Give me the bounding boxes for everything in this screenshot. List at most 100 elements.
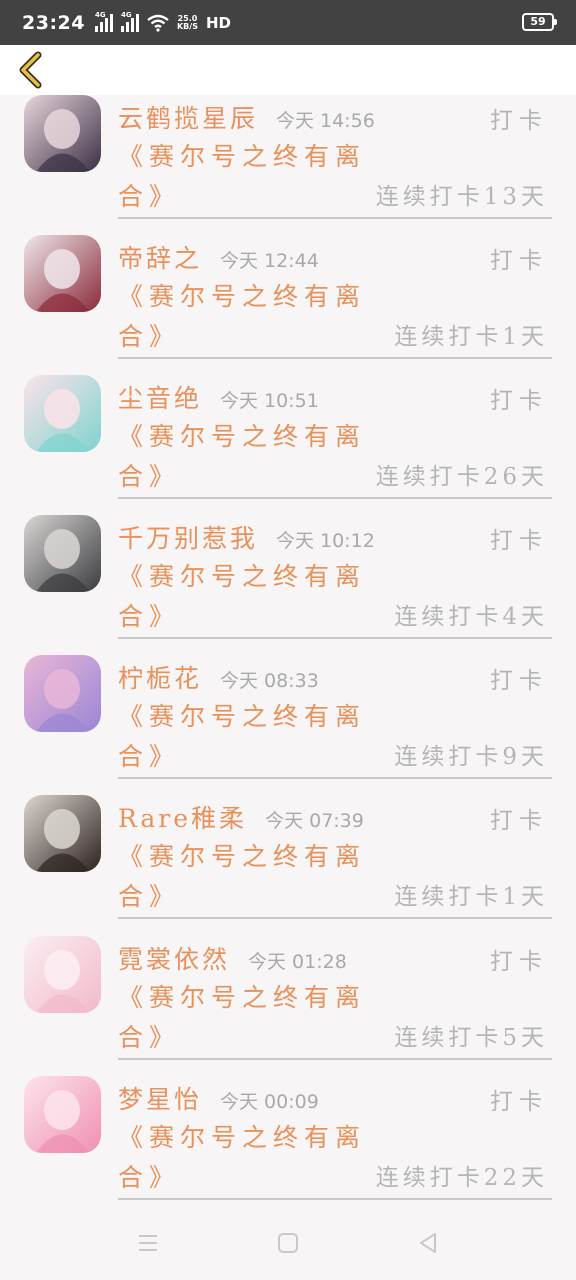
book-title-line2[interactable]: 合》 <box>118 457 180 493</box>
user-name-text: 尘音绝 <box>118 384 203 413</box>
divider <box>118 497 552 499</box>
user-name[interactable]: 霓裳依然 今天 01:28 <box>118 940 347 976</box>
user-name[interactable]: Rare稚柔 今天 07:39 <box>118 799 364 835</box>
avatar-image <box>24 375 101 452</box>
divider <box>118 357 552 359</box>
divider <box>118 917 552 919</box>
status-icons: 4G 4G 25.0 KB/S HD <box>94 10 231 32</box>
divider <box>118 217 552 219</box>
list-item[interactable]: 帝辞之 今天 12:44 打卡 《赛尔号之终有离 合》 连续打卡1天 <box>0 235 576 375</box>
user-name[interactable]: 柠栀花 今天 08:33 <box>118 659 319 695</box>
avatar[interactable] <box>24 655 101 732</box>
checkin-label: 打卡 <box>490 668 548 694</box>
divider <box>118 1198 552 1200</box>
streak-text: 连续打卡1天 <box>394 884 548 910</box>
book-title-line1[interactable]: 《赛尔号之终有离 <box>118 557 366 593</box>
divider <box>118 1058 552 1060</box>
user-name[interactable]: 帝辞之 今天 12:44 <box>118 239 319 275</box>
book-title-line2[interactable]: 合》 <box>118 317 180 353</box>
user-name-text: 千万别惹我 <box>118 524 259 553</box>
status-time: 23:24 <box>22 11 85 34</box>
back-triangle-icon <box>420 1232 436 1253</box>
avatar[interactable] <box>24 235 101 312</box>
book-title-line1[interactable]: 《赛尔号之终有离 <box>118 1118 366 1154</box>
avatar[interactable] <box>24 375 101 452</box>
checkin-time: 今天 12:44 <box>220 250 319 272</box>
book-title-line1[interactable]: 《赛尔号之终有离 <box>118 277 366 313</box>
streak-text: 连续打卡13天 <box>375 184 548 210</box>
book-title-line2[interactable]: 合》 <box>118 737 180 773</box>
avatar[interactable] <box>24 936 101 1013</box>
home-nav-button[interactable] <box>268 1223 308 1263</box>
book-title-line2[interactable]: 合》 <box>118 177 180 213</box>
checkin-time: 今天 14:56 <box>276 110 375 132</box>
status-bar: 23:24 4G 4G 25.0 KB/S HD 59 <box>0 0 576 45</box>
battery-icon: 59 <box>522 13 557 31</box>
streak-text: 连续打卡26天 <box>375 464 548 490</box>
wifi-icon <box>147 14 169 32</box>
back-nav-button[interactable] <box>408 1223 448 1263</box>
streak-text: 连续打卡1天 <box>394 324 548 350</box>
user-name-text: Rare稚柔 <box>118 804 248 833</box>
divider <box>118 637 552 639</box>
signal-label-2: 4G <box>120 10 132 19</box>
avatar-image <box>24 235 101 312</box>
avatar-image <box>24 655 101 732</box>
signal-icon: 4G <box>94 11 113 32</box>
menu-nav-button[interactable] <box>128 1223 168 1263</box>
book-title-line2[interactable]: 合》 <box>118 1018 180 1054</box>
book-title-line1[interactable]: 《赛尔号之终有离 <box>118 697 366 733</box>
user-name-text: 梦星怡 <box>118 1085 203 1114</box>
streak-text: 连续打卡9天 <box>394 744 548 770</box>
list-item[interactable]: 云鹤揽星辰 今天 14:56 打卡 《赛尔号之终有离 合》 连续打卡13天 <box>0 95 576 235</box>
net-speed: 25.0 KB/S <box>176 14 198 31</box>
avatar-image <box>24 936 101 1013</box>
avatar[interactable] <box>24 1076 101 1153</box>
checkin-time: 今天 10:51 <box>220 390 319 412</box>
book-title-line1[interactable]: 《赛尔号之终有离 <box>118 137 366 173</box>
user-name[interactable]: 云鹤揽星辰 今天 14:56 <box>118 99 375 135</box>
avatar[interactable] <box>24 515 101 592</box>
top-bar <box>0 45 576 95</box>
book-title-line1[interactable]: 《赛尔号之终有离 <box>118 978 366 1014</box>
book-title-line1[interactable]: 《赛尔号之终有离 <box>118 417 366 453</box>
user-name-text: 云鹤揽星辰 <box>118 104 259 133</box>
checkin-label: 打卡 <box>490 808 548 834</box>
list-item[interactable]: Rare稚柔 今天 07:39 打卡 《赛尔号之终有离 合》 连续打卡1天 <box>0 795 576 935</box>
list-item[interactable]: 柠栀花 今天 08:33 打卡 《赛尔号之终有离 合》 连续打卡9天 <box>0 655 576 795</box>
home-square-icon <box>278 1232 298 1253</box>
divider <box>118 777 552 779</box>
checkin-label: 打卡 <box>490 1089 548 1115</box>
avatar-image <box>24 515 101 592</box>
user-name-text: 柠栀花 <box>118 664 203 693</box>
checkin-time: 今天 08:33 <box>220 670 319 692</box>
avatar-image <box>24 795 101 872</box>
user-name[interactable]: 梦星怡 今天 00:09 <box>118 1080 319 1116</box>
checkin-label: 打卡 <box>490 528 548 554</box>
back-arrow-icon[interactable] <box>14 51 48 89</box>
list-item[interactable]: 尘音绝 今天 10:51 打卡 《赛尔号之终有离 合》 连续打卡26天 <box>0 375 576 515</box>
book-title-line1[interactable]: 《赛尔号之终有离 <box>118 837 366 873</box>
book-title-line2[interactable]: 合》 <box>118 1158 180 1194</box>
battery-level: 59 <box>530 15 546 28</box>
hd-label: HD <box>205 13 231 32</box>
avatar[interactable] <box>24 795 101 872</box>
list-item[interactable]: 霓裳依然 今天 01:28 打卡 《赛尔号之终有离 合》 连续打卡5天 <box>0 936 576 1076</box>
avatar-image <box>24 1076 101 1153</box>
user-name[interactable]: 千万别惹我 今天 10:12 <box>118 519 375 555</box>
user-name[interactable]: 尘音绝 今天 10:51 <box>118 379 319 415</box>
menu-icon <box>139 1234 157 1251</box>
checkin-time: 今天 01:28 <box>248 951 347 973</box>
book-title-line2[interactable]: 合》 <box>118 597 180 633</box>
checkin-time: 今天 10:12 <box>276 530 375 552</box>
checkin-label: 打卡 <box>490 248 548 274</box>
book-title-line2[interactable]: 合》 <box>118 877 180 913</box>
list-item[interactable]: 千万别惹我 今天 10:12 打卡 《赛尔号之终有离 合》 连续打卡4天 <box>0 515 576 655</box>
list-item[interactable]: 梦星怡 今天 00:09 打卡 《赛尔号之终有离 合》 连续打卡22天 <box>0 1076 576 1205</box>
checkin-label: 打卡 <box>490 388 548 414</box>
signal-icon-2: 4G <box>120 10 139 32</box>
avatar[interactable] <box>24 95 101 172</box>
streak-text: 连续打卡22天 <box>375 1165 548 1191</box>
user-name-text: 帝辞之 <box>118 244 203 273</box>
net-speed-unit: KB/S <box>176 21 198 31</box>
